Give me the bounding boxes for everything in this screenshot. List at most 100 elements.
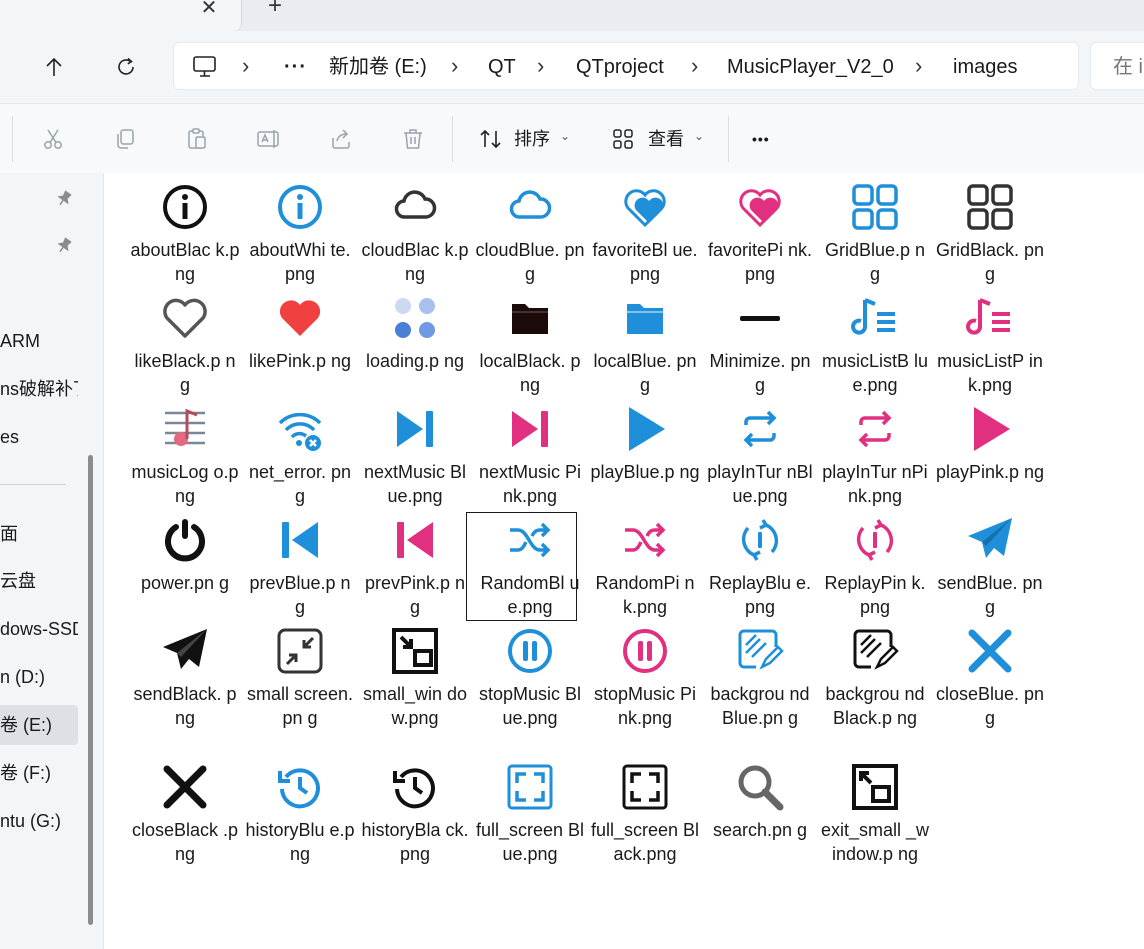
file-item[interactable]: localBlack. png	[475, 293, 585, 403]
chevron-down-icon[interactable]: ⌄	[694, 129, 704, 143]
sidebar-item-crack-patch[interactable]: ns破解补丁	[0, 369, 78, 409]
file-item[interactable]: playInTur nPink.png	[820, 404, 930, 514]
sidebar-item-es[interactable]: es	[0, 417, 78, 457]
file-item[interactable]: cloudBlue. png	[475, 182, 585, 292]
file-item[interactable]: GridBlack. png	[935, 182, 1045, 292]
file-item[interactable]: localBlue. png	[590, 293, 700, 403]
breadcrumb-musicplayer[interactable]: MusicPlayer_V2_0	[727, 43, 894, 91]
file-item[interactable]: closeBlue. png	[935, 626, 1045, 736]
computer-icon[interactable]	[192, 55, 218, 84]
file-item[interactable]: nextMusic Pink.png	[475, 404, 585, 514]
file-item[interactable]: nextMusic Blue.png	[360, 404, 470, 514]
sidebar-item-arm[interactable]: ARM	[0, 321, 78, 361]
file-item[interactable]: small screen.pn g	[245, 626, 355, 736]
exit-small-window-icon	[850, 762, 900, 812]
file-item[interactable]: GridBlue.p ng	[820, 182, 930, 292]
file-name: favoriteBl ue.png	[592, 240, 698, 284]
sidebar-item-drive-d[interactable]: n (D:)	[0, 657, 78, 697]
file-name: likeBlack.p ng	[134, 351, 236, 395]
file-item[interactable]: loading.p ng	[360, 293, 470, 403]
file-item[interactable]: stopMusic Pink.png	[590, 626, 700, 736]
file-name: nextMusic Pink.png	[478, 462, 582, 506]
file-item[interactable]: ReplayBlu e.png	[705, 515, 815, 625]
file-name: cloudBlac k.png	[361, 240, 469, 284]
file-item[interactable]: full_screen Black.png	[590, 762, 700, 872]
file-item[interactable]: likeBlack.p ng	[130, 293, 240, 403]
navigation-pane: ARM ns破解补丁 es 面 云盘 dows-SSD n (D:) 卷 (E:…	[0, 173, 104, 949]
file-item[interactable]: aboutBlac k.png	[130, 182, 240, 292]
repeat-blue-icon	[735, 404, 785, 454]
breadcrumb-separator: ›	[451, 53, 459, 78]
file-item[interactable]: playInTur nBlue.png	[705, 404, 815, 514]
search-input[interactable]: 在 i	[1090, 42, 1144, 90]
pin-icon[interactable]	[54, 236, 74, 256]
file-item[interactable]: playPink.p ng	[935, 404, 1045, 514]
file-item[interactable]: historyBlu e.png	[245, 762, 355, 872]
view-button[interactable]: 查看	[648, 124, 684, 154]
folder-black-icon	[505, 293, 555, 343]
file-item[interactable]: ReplayPin k.png	[820, 515, 930, 625]
sidebar-item-cloud-drive[interactable]: 云盘	[0, 561, 78, 601]
chevron-down-icon[interactable]: ⌄	[560, 129, 570, 143]
close-tab-icon[interactable]: ✕	[196, 0, 222, 20]
file-item[interactable]: backgrou ndBlack.p ng	[820, 626, 930, 736]
file-item[interactable]: likePink.p ng	[245, 293, 355, 403]
file-item[interactable]: RandomPi nk.png	[590, 515, 700, 625]
pin-icon[interactable]	[54, 189, 74, 209]
more-options-button[interactable]: •••	[752, 124, 770, 154]
folder-blue-icon	[620, 293, 670, 343]
file-name: ReplayPin k.png	[824, 573, 926, 617]
share-icon[interactable]	[326, 124, 356, 154]
address-bar[interactable]: › ··· 新加卷 (E:) › QT › QTproject › MusicP…	[173, 42, 1079, 90]
file-item[interactable]: favoriteBl ue.png	[590, 182, 700, 292]
sort-button[interactable]: 排序	[514, 124, 550, 154]
new-tab-button[interactable]: +	[262, 0, 288, 20]
sidebar-item-drive-e[interactable]: 卷 (E:)	[0, 705, 78, 745]
active-tab[interactable]: ✕	[0, 0, 242, 31]
sidebar-item-desktop[interactable]: 面	[0, 514, 78, 554]
file-item[interactable]: net_error. png	[245, 404, 355, 514]
sort-icon[interactable]	[476, 124, 506, 154]
cut-icon[interactable]	[38, 124, 68, 154]
file-item[interactable]: Minimize. png	[705, 293, 815, 403]
file-item[interactable]: favoritePi nk.png	[705, 182, 815, 292]
breadcrumb-qtproject[interactable]: QTproject	[576, 43, 664, 91]
breadcrumb-qt[interactable]: QT	[488, 43, 516, 91]
history-blue-icon	[275, 762, 325, 812]
file-item[interactable]: musicListP ink.png	[935, 293, 1045, 403]
file-item[interactable]: playBlue.p ng	[590, 404, 700, 514]
file-item[interactable]: backgrou ndBlue.pn g	[705, 626, 815, 736]
copy-icon[interactable]	[110, 124, 140, 154]
sidebar-scrollbar[interactable]	[88, 455, 93, 925]
file-item[interactable]: prevBlue.p ng	[245, 515, 355, 625]
file-item[interactable]: aboutWhi te.png	[245, 182, 355, 292]
file-item[interactable]: cloudBlac k.png	[360, 182, 470, 292]
sidebar-item-drive-g[interactable]: ntu (G:)	[0, 801, 78, 841]
breadcrumb-images[interactable]: images	[953, 43, 1017, 91]
file-item[interactable]: musicListB lue.png	[820, 293, 930, 403]
view-icon[interactable]	[608, 124, 638, 154]
sidebar-item-drive-f[interactable]: 卷 (F:)	[0, 753, 78, 793]
delete-icon[interactable]	[398, 124, 428, 154]
file-item[interactable]: sendBlue. png	[935, 515, 1045, 625]
breadcrumb-more[interactable]: ···	[284, 43, 307, 91]
file-item[interactable]: full_screen Blue.png	[475, 762, 585, 872]
rename-icon[interactable]	[254, 124, 284, 154]
file-item[interactable]: exit_small _window.p ng	[820, 762, 930, 872]
file-item[interactable]: closeBlack .png	[130, 762, 240, 872]
up-arrow-icon[interactable]	[36, 49, 72, 85]
toolbar-divider	[728, 116, 729, 162]
sidebar-item-windows-ssd[interactable]: dows-SSD	[0, 609, 78, 649]
file-item[interactable]: prevPink.p ng	[360, 515, 470, 625]
file-item[interactable]: historyBla ck.png	[360, 762, 470, 872]
file-item[interactable]: search.pn g	[705, 762, 815, 872]
paste-icon[interactable]	[182, 124, 212, 154]
file-item[interactable]: power.pn g	[130, 515, 240, 625]
file-item[interactable]: RandomBl ue.png	[466, 512, 585, 625]
file-item[interactable]: musicLog o.png	[130, 404, 240, 514]
file-item[interactable]: sendBlack. png	[130, 626, 240, 736]
file-item[interactable]: small_win dow.png	[360, 626, 470, 736]
breadcrumb-drive[interactable]: 新加卷 (E:)	[329, 43, 427, 91]
refresh-icon[interactable]	[108, 49, 144, 85]
file-item[interactable]: stopMusic Blue.png	[475, 626, 585, 736]
